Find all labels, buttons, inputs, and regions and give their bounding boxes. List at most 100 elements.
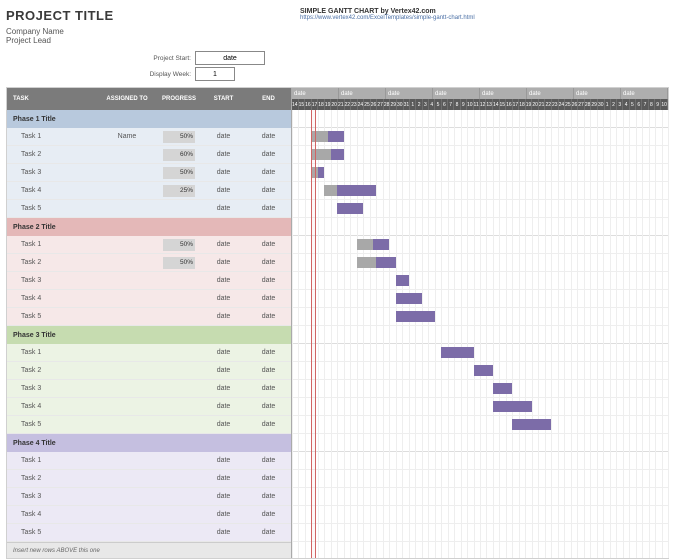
task-progress[interactable]: 50%	[157, 239, 201, 251]
task-start[interactable]: date	[201, 205, 246, 212]
task-end[interactable]: date	[246, 277, 291, 284]
task-start[interactable]: date	[201, 349, 246, 356]
task-row[interactable]: Task 5 datedate	[7, 200, 291, 218]
task-end[interactable]: date	[246, 529, 291, 536]
task-name[interactable]: Task 3	[7, 385, 97, 392]
source-link[interactable]: https://www.vertex42.com/ExcelTemplates/…	[300, 15, 669, 21]
task-row[interactable]: Task 150%datedate	[7, 236, 291, 254]
task-row[interactable]: Task 250%datedate	[7, 254, 291, 272]
task-start[interactable]: date	[201, 313, 246, 320]
task-row[interactable]: Task 3 datedate	[7, 488, 291, 506]
task-end[interactable]: date	[246, 421, 291, 428]
task-end[interactable]: date	[246, 205, 291, 212]
task-row[interactable]: Task 3datedate	[7, 380, 291, 398]
gantt-bar[interactable]	[396, 311, 435, 322]
task-progress[interactable]: 60%	[157, 149, 201, 161]
task-end[interactable]: date	[246, 169, 291, 176]
task-row[interactable]: Task 1 datedate	[7, 452, 291, 470]
task-start[interactable]: date	[201, 511, 246, 518]
task-row[interactable]: Task 350%datedate	[7, 164, 291, 182]
task-row[interactable]: Task 260%datedate	[7, 146, 291, 164]
gantt-bar[interactable]	[441, 347, 473, 358]
task-row[interactable]: Task 3 datedate	[7, 272, 291, 290]
project-lead[interactable]: Project Lead	[6, 36, 290, 45]
task-row[interactable]: Task 425%datedate	[7, 182, 291, 200]
task-name[interactable]: Task 5	[7, 313, 97, 320]
task-row[interactable]: Task 5 datedate	[7, 524, 291, 542]
task-end[interactable]: date	[246, 493, 291, 500]
gantt-bar[interactable]	[493, 401, 532, 412]
task-start[interactable]: date	[201, 259, 246, 266]
task-start[interactable]: date	[201, 277, 246, 284]
task-start[interactable]: date	[201, 493, 246, 500]
gantt-bar[interactable]	[493, 383, 512, 394]
task-start[interactable]: date	[201, 295, 246, 302]
task-name[interactable]: Task 5	[7, 421, 97, 428]
task-name[interactable]: Task 2	[7, 259, 97, 266]
task-name[interactable]: Task 4	[7, 187, 97, 194]
task-end[interactable]: date	[246, 241, 291, 248]
task-start[interactable]: date	[201, 421, 246, 428]
task-name[interactable]: Task 1	[7, 457, 97, 464]
task-end[interactable]: date	[246, 385, 291, 392]
task-progress[interactable]: 25%	[157, 185, 201, 197]
task-end[interactable]: date	[246, 259, 291, 266]
task-progress[interactable]: 50%	[157, 257, 201, 269]
gantt-bar[interactable]	[337, 203, 363, 214]
task-end[interactable]: date	[246, 511, 291, 518]
task-row[interactable]: Task 4 datedate	[7, 398, 291, 416]
phase-header[interactable]: Phase 1 Title	[7, 110, 291, 128]
gantt-bar[interactable]	[324, 185, 376, 196]
task-end[interactable]: date	[246, 349, 291, 356]
task-start[interactable]: date	[201, 529, 246, 536]
task-name[interactable]: Task 3	[7, 277, 97, 284]
company-name[interactable]: Company Name	[6, 27, 290, 36]
task-end[interactable]: date	[246, 133, 291, 140]
phase-header[interactable]: Phase 3 Title	[7, 326, 291, 344]
task-progress[interactable]: 50%	[157, 131, 201, 143]
task-progress[interactable]: 50%	[157, 167, 201, 179]
project-title[interactable]: PROJECT TITLE	[6, 8, 290, 23]
task-end[interactable]: date	[246, 151, 291, 158]
task-assigned[interactable]: Name	[97, 133, 157, 140]
task-name[interactable]: Task 3	[7, 493, 97, 500]
phase-header[interactable]: Phase 2 Title	[7, 218, 291, 236]
task-end[interactable]: date	[246, 313, 291, 320]
task-end[interactable]: date	[246, 403, 291, 410]
gantt-bar[interactable]	[512, 419, 551, 430]
task-end[interactable]: date	[246, 457, 291, 464]
task-name[interactable]: Task 2	[7, 367, 97, 374]
task-name[interactable]: Task 4	[7, 295, 97, 302]
task-end[interactable]: date	[246, 187, 291, 194]
task-start[interactable]: date	[201, 457, 246, 464]
task-start[interactable]: date	[201, 151, 246, 158]
task-row[interactable]: Task 2datedate	[7, 470, 291, 488]
task-start[interactable]: date	[201, 367, 246, 374]
task-name[interactable]: Task 4	[7, 511, 97, 518]
task-start[interactable]: date	[201, 133, 246, 140]
task-name[interactable]: Task 5	[7, 205, 97, 212]
project-start-input[interactable]	[195, 51, 265, 65]
task-row[interactable]: Task 5 datedate	[7, 416, 291, 434]
task-name[interactable]: Task 2	[7, 151, 97, 158]
gantt-bar[interactable]	[396, 275, 409, 286]
gantt-bar[interactable]	[357, 257, 396, 268]
task-row[interactable]: Task 2datedate	[7, 362, 291, 380]
task-row[interactable]: Task 1 datedate	[7, 344, 291, 362]
task-row[interactable]: Task 5 datedate	[7, 308, 291, 326]
task-start[interactable]: date	[201, 403, 246, 410]
task-row[interactable]: Task 1Name50%datedate	[7, 128, 291, 146]
task-start[interactable]: date	[201, 241, 246, 248]
phase-header[interactable]: Phase 4 Title	[7, 434, 291, 452]
task-name[interactable]: Task 4	[7, 403, 97, 410]
task-end[interactable]: date	[246, 475, 291, 482]
gantt-bar[interactable]	[357, 239, 389, 250]
task-name[interactable]: Task 1	[7, 349, 97, 356]
task-name[interactable]: Task 5	[7, 529, 97, 536]
task-name[interactable]: Task 1	[7, 241, 97, 248]
task-start[interactable]: date	[201, 169, 246, 176]
gantt-bar[interactable]	[396, 293, 422, 304]
task-end[interactable]: date	[246, 295, 291, 302]
task-name[interactable]: Task 2	[7, 475, 97, 482]
task-name[interactable]: Task 3	[7, 169, 97, 176]
